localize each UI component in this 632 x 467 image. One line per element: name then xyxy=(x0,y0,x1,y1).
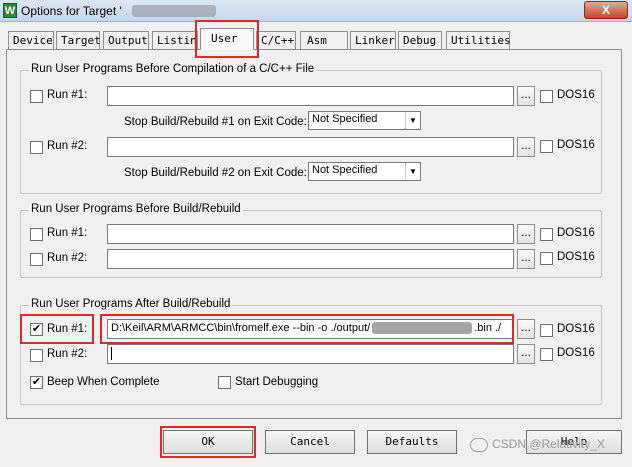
after-build-run1-input[interactable]: D:\Keil\ARM\ARMCC\bin\fromelf.exe --bin … xyxy=(107,319,514,339)
tab-c-cpp[interactable]: C/C++ xyxy=(256,31,296,49)
watermark: CSDN @Relativity_X xyxy=(470,437,605,452)
tab-target[interactable]: Target xyxy=(56,31,101,49)
stop-build-2-label: Stop Build/Rebuild #2 on Exit Code: xyxy=(124,167,307,179)
before-build-run2-browse-button[interactable]: ... xyxy=(517,249,535,269)
dropdown-arrow-icon: ▼ xyxy=(405,163,420,180)
dos16-label: DOS16 xyxy=(557,323,595,335)
exit-code-value: Not Specified xyxy=(312,113,378,125)
stop-build-1-label: Stop Build/Rebuild #1 on Exit Code: xyxy=(124,116,307,128)
stop-build-2-exit-code-select[interactable]: Not Specified ▼ xyxy=(308,162,421,181)
run1-label: Run #1: xyxy=(47,227,88,239)
before-compile-run1-dos16-checkbox[interactable] xyxy=(540,90,553,103)
after-build-run1-dos16-checkbox[interactable] xyxy=(540,324,553,337)
after-build-run2-browse-button[interactable]: ... xyxy=(517,344,535,364)
tab-device[interactable]: Device xyxy=(8,31,54,49)
before-build-run1-dos16-checkbox[interactable] xyxy=(540,228,553,241)
keil-app-icon: W xyxy=(3,3,17,18)
dropdown-arrow-icon: ▼ xyxy=(405,112,420,129)
after-build-run2-checkbox[interactable] xyxy=(30,349,43,362)
redacted-text xyxy=(372,322,473,335)
before-compile-run2-checkbox[interactable] xyxy=(30,141,43,154)
cancel-button[interactable]: Cancel xyxy=(265,430,355,454)
dos16-label: DOS16 xyxy=(557,227,595,239)
exit-code-value: Not Specified xyxy=(312,164,378,176)
before-build-run1-browse-button[interactable]: ... xyxy=(517,224,535,244)
run1-label: Run #1: xyxy=(47,323,88,335)
command-suffix: .bin ./ xyxy=(474,322,502,334)
after-build-run1-checkbox[interactable]: ✔ xyxy=(30,323,43,336)
close-button[interactable]: X xyxy=(584,1,628,19)
title-bar: W Options for Target ' X xyxy=(0,0,632,22)
run1-label: Run #1: xyxy=(47,89,88,101)
tab-output[interactable]: Output xyxy=(103,31,149,49)
tab-user[interactable]: User xyxy=(200,28,254,50)
before-compile-run2-input[interactable] xyxy=(107,137,514,157)
tab-listing[interactable]: Listing xyxy=(152,31,198,49)
command-prefix: D:\Keil\ARM\ARMCC\bin\fromelf.exe --bin … xyxy=(111,322,371,334)
dos16-label: DOS16 xyxy=(557,89,595,101)
before-compile-run1-browse-button[interactable]: ... xyxy=(517,86,535,106)
before-build-run2-checkbox[interactable] xyxy=(30,253,43,266)
dos16-label: DOS16 xyxy=(557,251,595,263)
group-title: Run User Programs Before Compilation of … xyxy=(29,63,317,75)
run2-label: Run #2: xyxy=(47,140,88,152)
window-title: Options for Target ' xyxy=(21,4,122,18)
run2-label: Run #2: xyxy=(47,348,88,360)
group-title: Run User Programs Before Build/Rebuild xyxy=(29,203,243,215)
dos16-label: DOS16 xyxy=(557,347,595,359)
after-build-run2-input[interactable] xyxy=(107,344,514,364)
before-build-run2-input[interactable] xyxy=(107,249,514,269)
stop-build-1-exit-code-select[interactable]: Not Specified ▼ xyxy=(308,111,421,130)
after-build-run1-browse-button[interactable]: ... xyxy=(517,319,535,339)
before-build-run2-dos16-checkbox[interactable] xyxy=(540,252,553,265)
tab-utilities[interactable]: Utilities xyxy=(446,31,511,49)
before-compile-run1-input[interactable] xyxy=(107,86,514,106)
group-title: Run User Programs After Build/Rebuild xyxy=(29,298,233,310)
run2-label: Run #2: xyxy=(47,252,88,264)
text-caret xyxy=(111,347,112,360)
beep-when-complete-checkbox[interactable]: ✔ xyxy=(30,376,43,389)
before-build-run1-input[interactable] xyxy=(107,224,514,244)
redacted-target-name xyxy=(132,5,216,17)
beep-when-complete-label: Beep When Complete xyxy=(47,376,160,388)
ok-button[interactable]: OK xyxy=(163,430,253,454)
after-build-run2-dos16-checkbox[interactable] xyxy=(540,348,553,361)
before-compile-run2-dos16-checkbox[interactable] xyxy=(540,140,553,153)
wechat-icon xyxy=(470,437,488,452)
watermark-text: CSDN @Relativity_X xyxy=(492,437,605,451)
tab-linker[interactable]: Linker xyxy=(350,31,396,49)
tab-asm[interactable]: Asm xyxy=(300,31,348,49)
tab-debug[interactable]: Debug xyxy=(398,31,442,49)
dos16-label: DOS16 xyxy=(557,139,595,151)
before-build-run1-checkbox[interactable] xyxy=(30,228,43,241)
start-debugging-label: Start Debugging xyxy=(235,376,319,388)
before-compile-run2-browse-button[interactable]: ... xyxy=(517,137,535,157)
start-debugging-checkbox[interactable] xyxy=(218,376,231,389)
defaults-button[interactable]: Defaults xyxy=(367,430,457,454)
before-compile-run1-checkbox[interactable] xyxy=(30,90,43,103)
